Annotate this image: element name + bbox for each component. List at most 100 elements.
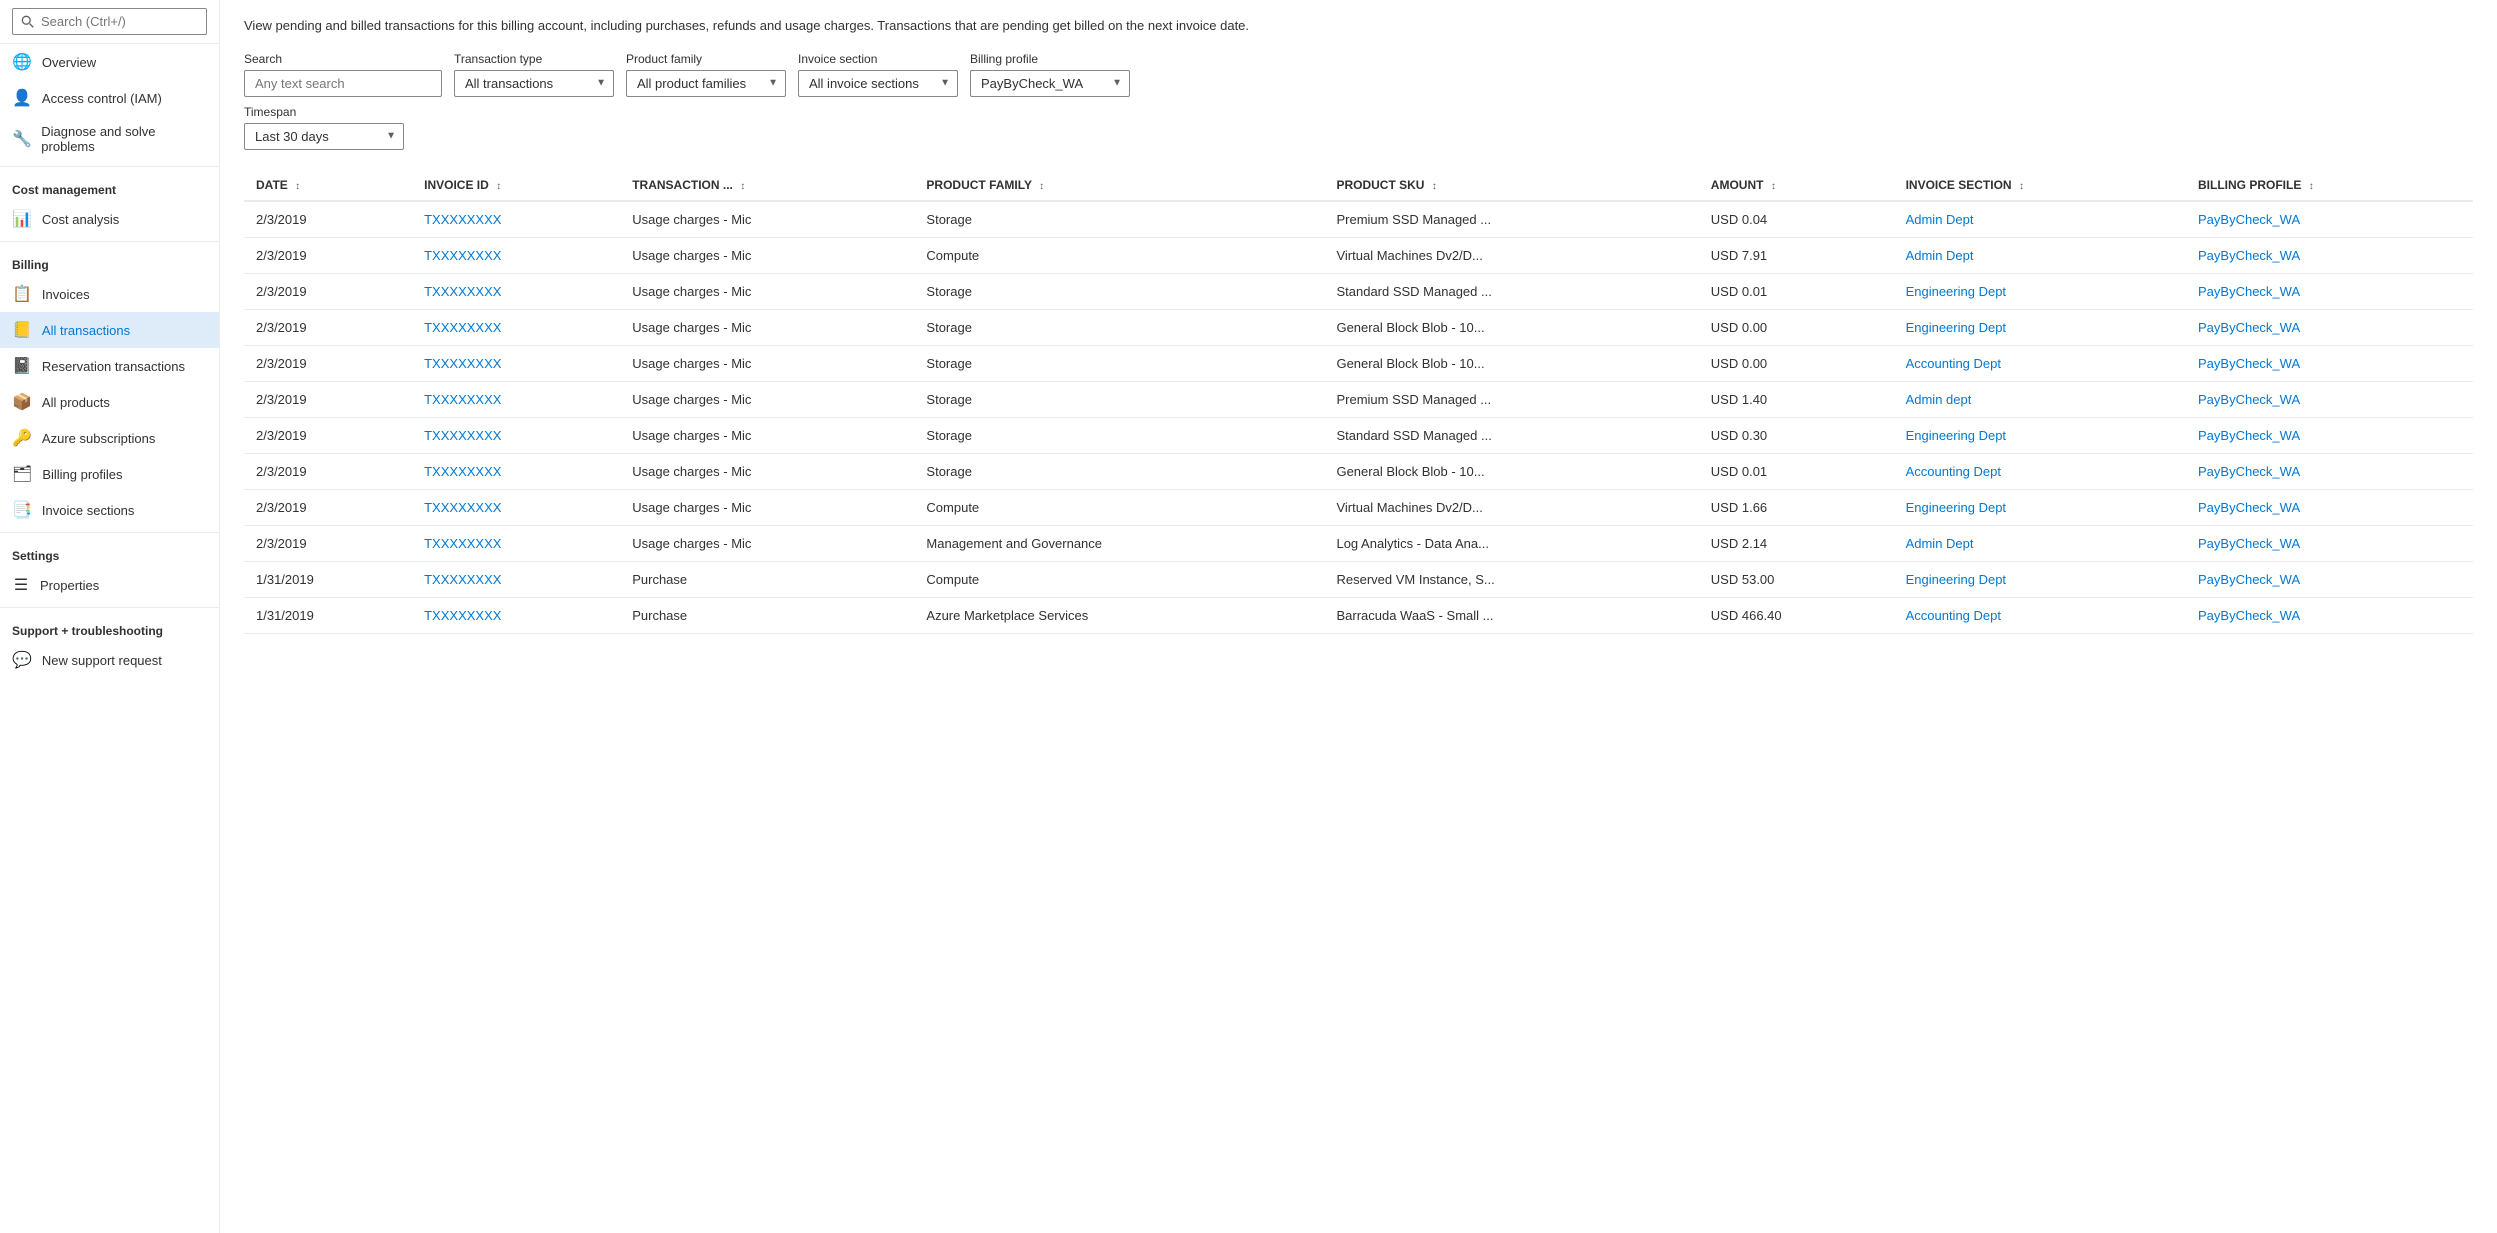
invoice-id-link[interactable]: TXXXXXXXX — [424, 320, 501, 335]
sidebar-item-iam[interactable]: 👤 Access control (IAM) — [0, 80, 219, 116]
billing-profile-filter-group: Billing profile PayByCheck_WA — [970, 52, 1130, 97]
invoice-id-link[interactable]: TXXXXXXXX — [424, 500, 501, 515]
invoice-id-link[interactable]: TXXXXXXXX — [424, 212, 501, 227]
billing-profile-link[interactable]: PayByCheck_WA — [2198, 536, 2300, 551]
sidebar-item-all-products[interactable]: 📦 All products — [0, 384, 219, 420]
cell-product-sku: Reserved VM Instance, S... — [1324, 561, 1698, 597]
invoice-section-link[interactable]: Admin dept — [1906, 392, 1972, 407]
invoice-section-link[interactable]: Engineering Dept — [1906, 572, 2006, 587]
col-product-family[interactable]: PRODUCT FAMILY ↕ — [914, 170, 1324, 201]
invoice-section-link[interactable]: Engineering Dept — [1906, 500, 2006, 515]
search-input[interactable] — [12, 8, 207, 35]
invoice-section-link[interactable]: Engineering Dept — [1906, 428, 2006, 443]
invoice-id-link[interactable]: TXXXXXXXX — [424, 392, 501, 407]
sidebar-item-label: Invoices — [42, 287, 90, 302]
user-icon: 👤 — [12, 88, 32, 108]
cell-product-family: Storage — [914, 453, 1324, 489]
sidebar-item-properties[interactable]: ☰ Properties — [0, 567, 219, 603]
billing-profile-link[interactable]: PayByCheck_WA — [2198, 284, 2300, 299]
billing-profile-link[interactable]: PayByCheck_WA — [2198, 320, 2300, 335]
cell-date: 2/3/2019 — [244, 381, 412, 417]
sidebar-item-invoice-sections[interactable]: 📑 Invoice sections — [0, 492, 219, 528]
invoice-section-link[interactable]: Admin Dept — [1906, 248, 1974, 263]
invoice-id-link[interactable]: TXXXXXXXX — [424, 248, 501, 263]
invoice-id-link[interactable]: TXXXXXXXX — [424, 284, 501, 299]
col-invoice-section-sort-icon: ↕ — [2019, 181, 2024, 192]
sidebar-item-reservation-transactions[interactable]: 📓 Reservation transactions — [0, 348, 219, 384]
globe-icon: 🌐 — [12, 52, 32, 72]
billing-profile-link[interactable]: PayByCheck_WA — [2198, 356, 2300, 371]
billing-profile-link[interactable]: PayByCheck_WA — [2198, 392, 2300, 407]
invoice-section-select[interactable]: All invoice sections — [798, 70, 958, 97]
billing-profile-link[interactable]: PayByCheck_WA — [2198, 500, 2300, 515]
col-invoice-section[interactable]: INVOICE SECTION ↕ — [1894, 170, 2186, 201]
cell-product-sku: General Block Blob - 10... — [1324, 309, 1698, 345]
invoice-id-link[interactable]: TXXXXXXXX — [424, 356, 501, 371]
cell-invoice-id: TXXXXXXXX — [412, 489, 620, 525]
invoice-section-link[interactable]: Admin Dept — [1906, 212, 1974, 227]
cell-amount: USD 1.66 — [1699, 489, 1894, 525]
invoice-section-link[interactable]: Admin Dept — [1906, 536, 1974, 551]
sidebar-item-new-support-request[interactable]: 💬 New support request — [0, 642, 219, 678]
col-product-sku[interactable]: PRODUCT SKU ↕ — [1324, 170, 1698, 201]
cell-transaction: Usage charges - Mic — [620, 489, 914, 525]
product-family-select[interactable]: All product families — [626, 70, 786, 97]
cell-invoice-id: TXXXXXXXX — [412, 345, 620, 381]
page-description: View pending and billed transactions for… — [244, 16, 2473, 36]
cell-billing-profile: PayByCheck_WA — [2186, 273, 2473, 309]
timespan-select[interactable]: Last 30 days — [244, 123, 404, 150]
col-amount[interactable]: AMOUNT ↕ — [1699, 170, 1894, 201]
search-label: Search — [244, 52, 442, 66]
cell-invoice-section: Accounting Dept — [1894, 453, 2186, 489]
text-search-input[interactable] — [244, 70, 442, 97]
table-row: 2/3/2019 TXXXXXXXX Usage charges - Mic S… — [244, 309, 2473, 345]
sidebar-item-invoices[interactable]: 📋 Invoices — [0, 276, 219, 312]
col-transaction[interactable]: TRANSACTION ... ↕ — [620, 170, 914, 201]
invoice-id-link[interactable]: TXXXXXXXX — [424, 572, 501, 587]
transaction-type-filter-group: Transaction type All transactions — [454, 52, 614, 97]
product-family-label: Product family — [626, 52, 786, 66]
billing-profile-select[interactable]: PayByCheck_WA — [970, 70, 1130, 97]
sidebar-item-azure-subscriptions[interactable]: 🔑 Azure subscriptions — [0, 420, 219, 456]
table-row: 2/3/2019 TXXXXXXXX Usage charges - Mic C… — [244, 489, 2473, 525]
key-icon: 🔑 — [12, 428, 32, 448]
invoice-section-link[interactable]: Engineering Dept — [1906, 320, 2006, 335]
invoice-section-link[interactable]: Accounting Dept — [1906, 356, 2001, 371]
billing-profile-link[interactable]: PayByCheck_WA — [2198, 464, 2300, 479]
cell-invoice-section: Accounting Dept — [1894, 345, 2186, 381]
sidebar-item-all-transactions[interactable]: 📒 All transactions — [0, 312, 219, 348]
cell-invoice-id: TXXXXXXXX — [412, 597, 620, 633]
sidebar-item-diagnose[interactable]: 🔧 Diagnose and solve problems — [0, 116, 219, 162]
cell-product-sku: Premium SSD Managed ... — [1324, 201, 1698, 238]
billing-profile-link[interactable]: PayByCheck_WA — [2198, 608, 2300, 623]
cell-amount: USD 0.30 — [1699, 417, 1894, 453]
invoice-section-link[interactable]: Accounting Dept — [1906, 608, 2001, 623]
cell-invoice-id: TXXXXXXXX — [412, 273, 620, 309]
invoice-id-link[interactable]: TXXXXXXXX — [424, 536, 501, 551]
col-billing-profile[interactable]: BILLING PROFILE ↕ — [2186, 170, 2473, 201]
sidebar-search-container — [0, 0, 219, 44]
billing-profile-link[interactable]: PayByCheck_WA — [2198, 428, 2300, 443]
billing-profile-link[interactable]: PayByCheck_WA — [2198, 212, 2300, 227]
sidebar: 🌐 Overview 👤 Access control (IAM) 🔧 Diag… — [0, 0, 220, 1233]
transaction-type-select[interactable]: All transactions — [454, 70, 614, 97]
sidebar-item-cost-analysis[interactable]: 📊 Cost analysis — [0, 201, 219, 237]
billing-profile-link[interactable]: PayByCheck_WA — [2198, 572, 2300, 587]
transactions-icon: 📒 — [12, 320, 32, 340]
billing-profile-link[interactable]: PayByCheck_WA — [2198, 248, 2300, 263]
invoice-id-link[interactable]: TXXXXXXXX — [424, 428, 501, 443]
invoice-section-link[interactable]: Accounting Dept — [1906, 464, 2001, 479]
cell-billing-profile: PayByCheck_WA — [2186, 381, 2473, 417]
sidebar-item-overview[interactable]: 🌐 Overview — [0, 44, 219, 80]
sidebar-item-label: Cost analysis — [42, 212, 119, 227]
invoice-id-link[interactable]: TXXXXXXXX — [424, 608, 501, 623]
col-invoice-id[interactable]: INVOICE ID ↕ — [412, 170, 620, 201]
invoice-section-link[interactable]: Engineering Dept — [1906, 284, 2006, 299]
divider-cost-management — [0, 166, 219, 167]
sidebar-item-billing-profiles[interactable]: 🗂 Billing profiles — [0, 456, 219, 492]
cell-amount: USD 0.00 — [1699, 309, 1894, 345]
col-date[interactable]: DATE ↕ — [244, 170, 412, 201]
invoice-id-link[interactable]: TXXXXXXXX — [424, 464, 501, 479]
table-row: 2/3/2019 TXXXXXXXX Usage charges - Mic C… — [244, 237, 2473, 273]
invoice-sections-icon: 📑 — [12, 500, 32, 520]
